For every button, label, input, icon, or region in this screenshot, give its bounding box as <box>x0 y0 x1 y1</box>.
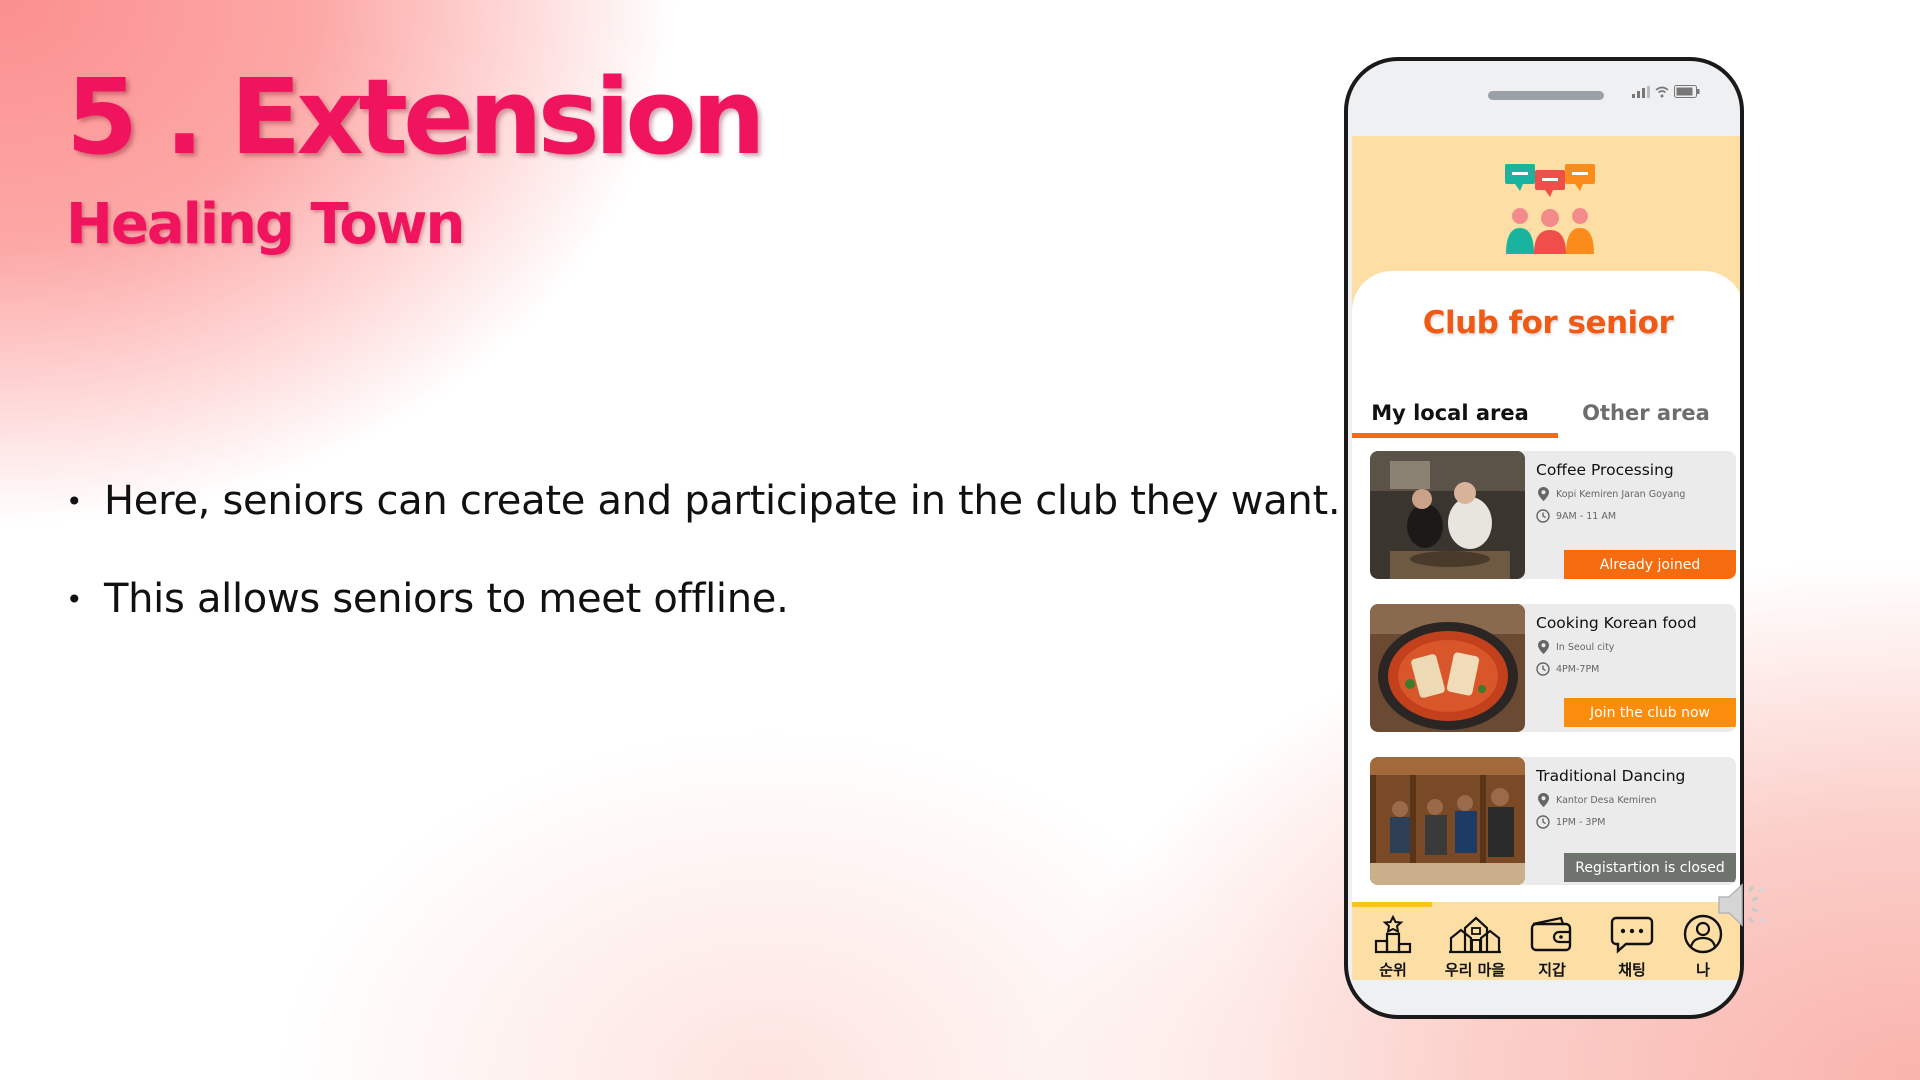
nav-label: 지갑 <box>1538 961 1566 979</box>
content-sheet: Club for senior My local area Other area <box>1352 271 1740 911</box>
clock-icon <box>1536 815 1550 829</box>
battery-icon <box>1674 85 1700 98</box>
wifi-icon <box>1655 86 1669 97</box>
club-card-cooking[interactable]: Cooking Korean food In Seoul city 4PM-7P… <box>1370 604 1736 732</box>
ranking-icon <box>1374 914 1412 954</box>
club-location: In Seoul city <box>1536 640 1614 654</box>
club-location-text: In Seoul city <box>1556 641 1615 653</box>
club-title: Coffee Processing <box>1536 461 1674 479</box>
tab-other-area[interactable]: Other area <box>1548 401 1740 425</box>
village-icon <box>1449 916 1501 954</box>
community-icon <box>1505 164 1595 254</box>
page-title: Club for senior <box>1422 305 1674 341</box>
bullet-list: • Here, seniors can create and participa… <box>66 478 1341 674</box>
club-location-text: Kopi Kemiren Jaran Goyang <box>1556 488 1686 500</box>
club-time: 4PM-7PM <box>1536 662 1599 676</box>
bottom-nav: 순위 우리 마을 지갑 채팅 나 <box>1352 902 1740 980</box>
club-photo-cooking <box>1370 604 1525 732</box>
scroll-progress <box>1352 902 1432 907</box>
bullet-dot: • <box>66 484 83 518</box>
wallet-icon <box>1530 916 1572 952</box>
bullet-text: Here, seniors can create and participate… <box>104 478 1341 524</box>
nav-label: 나 <box>1696 961 1710 979</box>
chat-icon <box>1610 916 1654 954</box>
nav-item-ranking[interactable]: 순위 <box>1358 914 1428 980</box>
nav-label: 우리 마을 <box>1444 961 1506 979</box>
club-time-text: 9AM - 11 AM <box>1556 510 1617 522</box>
location-pin-icon <box>1536 793 1550 807</box>
slide-subtitle: Healing Town <box>66 192 465 257</box>
club-time: 1PM - 3PM <box>1536 815 1605 829</box>
club-location: Kopi Kemiren Jaran Goyang <box>1536 487 1685 501</box>
bullet-item: • This allows seniors to meet offline. <box>66 576 1340 622</box>
club-photo-dancing <box>1370 757 1525 885</box>
tab-my-local-area[interactable]: My local area <box>1352 401 1548 425</box>
area-tabs: My local area Other area <box>1352 401 1740 438</box>
club-photo-coffee <box>1370 451 1525 579</box>
nav-item-village[interactable]: 우리 마을 <box>1440 914 1510 980</box>
join-club-button[interactable]: Join the club now <box>1564 698 1736 727</box>
club-card-dancing[interactable]: Traditional Dancing Kantor Desa Kemiren … <box>1370 757 1736 885</box>
club-card-coffee[interactable]: Coffee Processing Kopi Kemiren Jaran Goy… <box>1370 451 1736 579</box>
nav-item-wallet[interactable]: 지갑 <box>1517 914 1587 980</box>
app-screen: Club for senior My local area Other area <box>1352 136 1740 980</box>
already-joined-button[interactable]: Already joined <box>1564 550 1736 579</box>
speaker-sound-icon[interactable] <box>1715 876 1773 934</box>
clock-icon <box>1536 662 1550 676</box>
status-bar <box>1632 85 1700 98</box>
club-title: Traditional Dancing <box>1536 767 1686 785</box>
phone-mockup: Club for senior My local area Other area <box>1344 57 1744 1019</box>
active-tab-indicator <box>1352 433 1558 438</box>
club-time-text: 1PM - 3PM <box>1556 816 1606 828</box>
slide-title: 5 . Extension <box>66 56 766 178</box>
registration-closed-button[interactable]: Registartion is closed <box>1564 853 1736 882</box>
location-pin-icon <box>1536 640 1550 654</box>
club-time: 9AM - 11 AM <box>1536 509 1616 523</box>
club-location: Kantor Desa Kemiren <box>1536 793 1656 807</box>
phone-speaker <box>1488 91 1604 100</box>
club-location-text: Kantor Desa Kemiren <box>1556 794 1657 806</box>
bullet-item: • Here, seniors can create and participa… <box>66 478 1341 524</box>
location-pin-icon <box>1536 487 1550 501</box>
bullet-dot: • <box>66 582 83 616</box>
bullet-text: This allows seniors to meet offline. <box>104 576 789 622</box>
club-title: Cooking Korean food <box>1536 614 1697 632</box>
nav-label: 순위 <box>1379 961 1407 979</box>
signal-icon <box>1632 85 1650 98</box>
club-time-text: 4PM-7PM <box>1556 663 1600 675</box>
clock-icon <box>1536 509 1550 523</box>
nav-item-chat[interactable]: 채팅 <box>1597 914 1667 980</box>
nav-label: 채팅 <box>1618 961 1646 979</box>
